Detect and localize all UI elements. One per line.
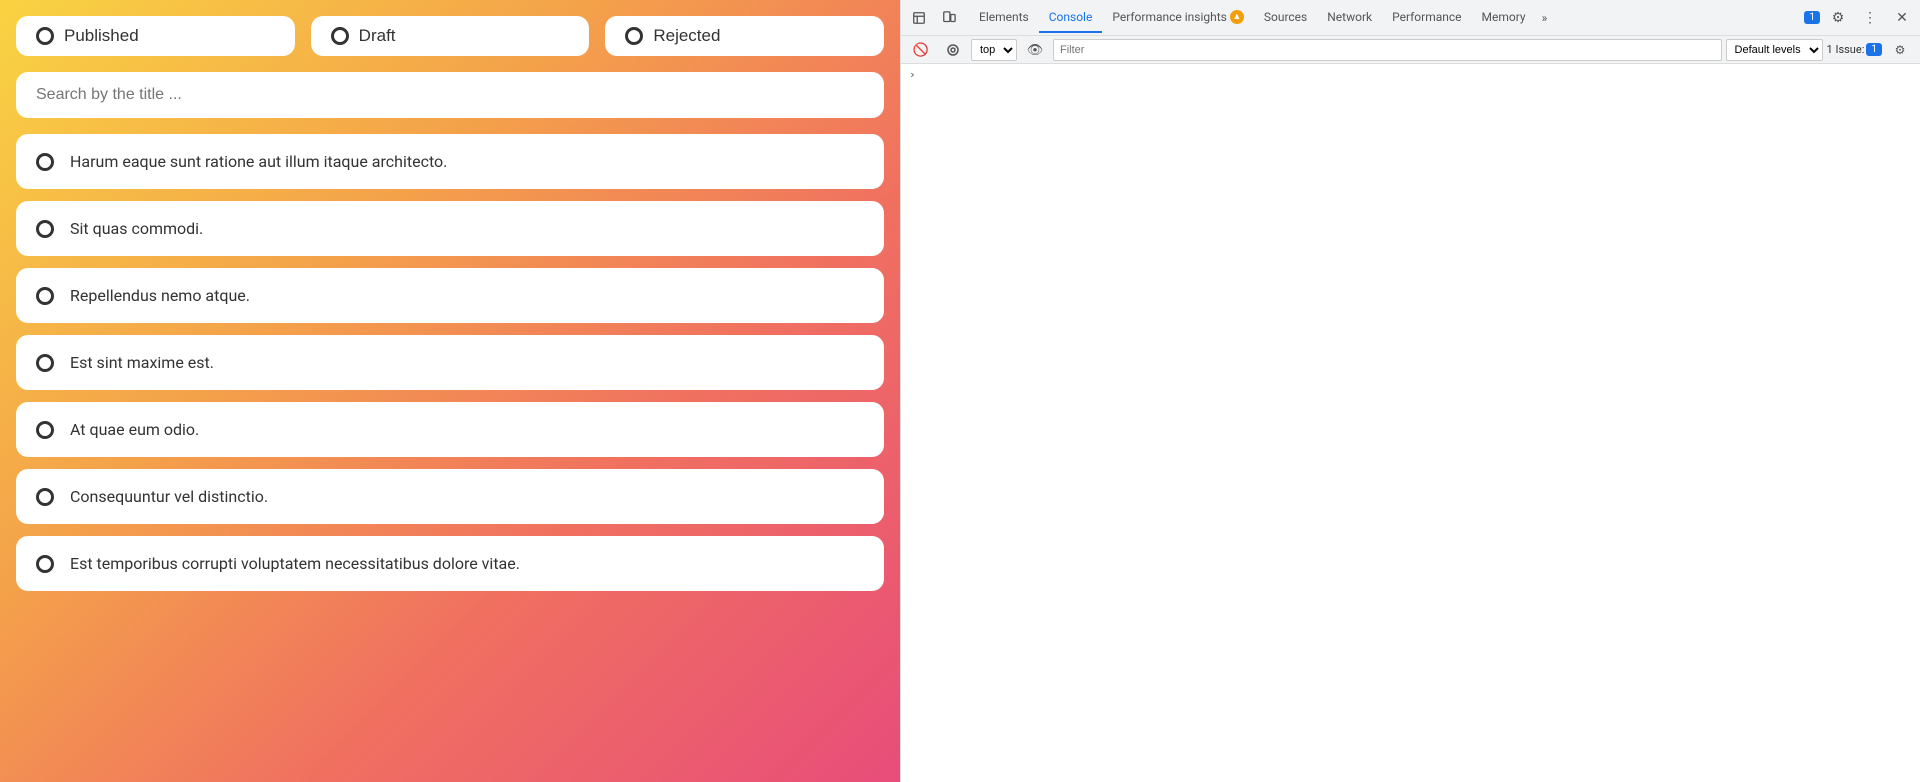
filter-published[interactable]: Published — [16, 16, 295, 56]
tab-performance[interactable]: Performance — [1382, 3, 1471, 33]
app-panel: Published Draft Rejected Harum eaque sun… — [0, 0, 900, 782]
search-input[interactable] — [16, 72, 884, 118]
item-status-dot — [36, 287, 54, 305]
log-levels-select[interactable]: Default levels — [1726, 39, 1823, 61]
item-status-dot — [36, 354, 54, 372]
close-devtools-button[interactable]: ✕ — [1888, 4, 1916, 32]
issues-badge: 1 — [1804, 11, 1820, 24]
issues-label: 1 Issue: — [1827, 43, 1865, 56]
rejected-dot — [625, 27, 643, 45]
tab-more-button[interactable]: » — [1536, 3, 1554, 33]
item-text: Est temporibus corrupti voluptatem neces… — [70, 554, 520, 573]
chevron-right-icon: › — [909, 68, 916, 81]
tab-network[interactable]: Network — [1317, 3, 1382, 33]
item-text: Consequuntur vel distinctio. — [70, 487, 268, 506]
items-list: Harum eaque sunt ratione aut illum itaqu… — [16, 134, 884, 603]
tab-console[interactable]: Console — [1039, 3, 1103, 33]
rejected-label: Rejected — [653, 26, 720, 46]
device-toolbar-button[interactable] — [935, 4, 963, 32]
item-status-dot — [36, 555, 54, 573]
filter-rejected[interactable]: Rejected — [605, 16, 884, 56]
console-settings-button[interactable]: ⚙ — [1886, 36, 1914, 64]
published-label: Published — [64, 26, 139, 46]
clear-console-button[interactable]: 🚫 — [907, 36, 935, 64]
inspect-element-button[interactable] — [905, 4, 933, 32]
item-status-dot — [36, 153, 54, 171]
issues-badge: 1 Issue: 1 — [1827, 43, 1882, 56]
item-text: Repellendus nemo atque. — [70, 286, 250, 305]
tab-memory[interactable]: Memory — [1472, 3, 1536, 33]
item-status-dot — [36, 421, 54, 439]
filter-toggle-button[interactable] — [939, 36, 967, 64]
draft-dot — [331, 27, 349, 45]
list-item[interactable]: Est sint maxime est. — [16, 335, 884, 390]
published-dot — [36, 27, 54, 45]
list-item[interactable]: Harum eaque sunt ratione aut illum itaqu… — [16, 134, 884, 189]
item-text: Harum eaque sunt ratione aut illum itaqu… — [70, 152, 447, 171]
filter-row: Published Draft Rejected — [16, 16, 884, 56]
tab-sources[interactable]: Sources — [1254, 3, 1317, 33]
tab-elements[interactable]: Elements — [969, 3, 1039, 33]
devtools-topbar: Elements Console Performance insights ▲ … — [901, 0, 1920, 36]
list-item[interactable]: Est temporibus corrupti voluptatem neces… — [16, 536, 884, 591]
issues-count: 1 — [1866, 43, 1882, 56]
devtools-panel: Elements Console Performance insights ▲ … — [900, 0, 1920, 782]
warning-icon: ▲ — [1230, 10, 1244, 24]
tab-performance-insights[interactable]: Performance insights ▲ — [1102, 3, 1254, 33]
item-text: Sit quas commodi. — [70, 219, 203, 238]
item-status-dot — [36, 220, 54, 238]
settings-button[interactable]: ⚙ — [1824, 4, 1852, 32]
console-prompt: › — [909, 68, 1912, 81]
item-text: At quae eum odio. — [70, 420, 199, 439]
console-filter-input[interactable] — [1053, 39, 1722, 61]
item-text: Est sint maxime est. — [70, 353, 214, 372]
item-status-dot — [36, 488, 54, 506]
filter-draft[interactable]: Draft — [311, 16, 590, 56]
devtools-toolbar: 🚫 top 👁 Default levels 1 Issue: 1 ⚙ — [901, 36, 1920, 64]
context-selector[interactable]: top — [971, 39, 1017, 61]
draft-label: Draft — [359, 26, 396, 46]
list-item[interactable]: Repellendus nemo atque. — [16, 268, 884, 323]
more-options-button[interactable]: ⋮ — [1856, 4, 1884, 32]
eye-button[interactable]: 👁 — [1021, 36, 1049, 64]
devtools-topbar-right: 1 ⚙ ⋮ ✕ — [1804, 4, 1916, 32]
list-item[interactable]: Consequuntur vel distinctio. — [16, 469, 884, 524]
list-item[interactable]: At quae eum odio. — [16, 402, 884, 457]
list-item[interactable]: Sit quas commodi. — [16, 201, 884, 256]
devtools-tabs: Elements Console Performance insights ▲ … — [965, 0, 1802, 36]
devtools-content: › — [901, 64, 1920, 782]
